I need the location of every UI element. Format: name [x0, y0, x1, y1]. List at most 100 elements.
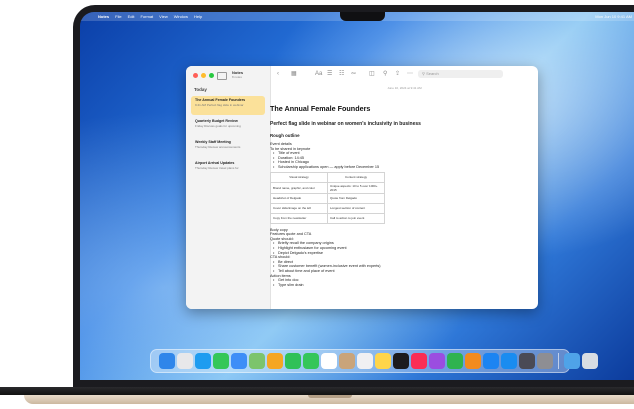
menu-window[interactable]: Window	[174, 14, 188, 19]
laptop: Notes File Edit Format View Window Help …	[0, 0, 634, 409]
dock-apps	[159, 353, 598, 369]
screen: Notes File Edit Format View Window Help …	[80, 12, 634, 380]
note-body[interactable]: The Annual Female Founders Perfect flag …	[270, 104, 445, 287]
menu-view[interactable]: View	[159, 14, 168, 19]
camera-notch	[340, 12, 385, 21]
finder-icon[interactable]	[159, 353, 175, 369]
bullet-item: Scholarship applications open — apply be…	[270, 165, 445, 170]
notes-sidebar: Notes 8 notes Today The Annual Female Fo…	[186, 66, 271, 309]
checklist-icon[interactable]: ☰	[327, 71, 332, 78]
dock-separator	[558, 353, 559, 369]
note-title: The Annual Female Founders	[195, 98, 246, 102]
table-cell[interactable]: Longest section of content	[327, 202, 385, 214]
table-row: Cover slide/image on the left Longest se…	[270, 202, 385, 214]
menu-app-name[interactable]: Notes	[98, 14, 109, 19]
music-icon[interactable]	[411, 353, 427, 369]
notes-icon[interactable]	[375, 353, 391, 369]
toolbar: ‹ ▦ Aa ☰ ☷ ∾ ◫ ⚲ ⇪ ⋯ ⚲ Search	[271, 66, 538, 84]
notes-window: Notes 8 notes Today The Annual Female Fo…	[186, 66, 538, 309]
note-heading: The Annual Female Founders	[270, 104, 371, 113]
lock-icon[interactable]: ⚲	[383, 71, 387, 78]
search-icon: ⚲	[422, 71, 425, 76]
close-button[interactable]	[193, 73, 198, 78]
clock[interactable]: Mon Jun 10 9:41 AM	[595, 14, 632, 19]
strategy-table[interactable]: Visual strategy Content strategy Brand n…	[270, 171, 385, 224]
note-preview: Thursday Review announcements	[195, 145, 241, 149]
opening-notch	[308, 395, 352, 398]
table-cell[interactable]: Brand name, graphic, and color	[270, 181, 328, 194]
gallery-view-icon[interactable]: ▦	[291, 71, 297, 78]
note-title: Airport Arrival Updates	[195, 161, 235, 165]
table-row: Headshot of Delgado Quote from Delgado	[270, 192, 385, 204]
mail-icon[interactable]	[231, 353, 247, 369]
search-input[interactable]: ⚲ Search	[418, 70, 503, 78]
iphone-mirroring-icon[interactable]	[519, 353, 535, 369]
bullet-item: Depict Delgado's expertise	[270, 251, 445, 256]
zoom-button[interactable]	[209, 73, 214, 78]
table-header-cell: Visual strategy	[270, 171, 328, 183]
status-menus: Mon Jun 10 9:41 AM	[565, 14, 632, 19]
table-cell[interactable]: Headshot of Delgado	[270, 192, 328, 204]
table-cell[interactable]: Copy from the newsletter	[270, 212, 328, 224]
menu-edit[interactable]: Edit	[128, 14, 135, 19]
maps-icon[interactable]	[249, 353, 265, 369]
audio-icon[interactable]: ∾	[351, 71, 356, 78]
table-icon[interactable]: ☷	[339, 71, 344, 78]
phone-icon[interactable]	[303, 353, 319, 369]
share-icon[interactable]: ⇪	[395, 71, 400, 78]
section-title: Rough outline	[270, 133, 300, 138]
note-subheading: Perfect flag slide in webinar on women's…	[270, 121, 421, 127]
note-preview: 9:41 AM Perfect flag slide in webinar	[195, 103, 244, 107]
tv-icon[interactable]	[393, 353, 409, 369]
note-title: Weekly Staff Meeting	[195, 140, 231, 144]
folder-count: 8 notes	[232, 75, 242, 79]
minimize-button[interactable]	[201, 73, 206, 78]
photos-icon[interactable]	[267, 353, 283, 369]
note-preview: Friday Discuss goals for upcoming	[195, 124, 241, 128]
messages-icon[interactable]	[213, 353, 229, 369]
more-icon[interactable]: ⋯	[407, 71, 413, 78]
table-cell[interactable]: Unique aspects: 10 to 5 over 1000+ 2015	[327, 181, 385, 194]
pages-icon[interactable]	[465, 353, 481, 369]
keynote-icon[interactable]	[483, 353, 499, 369]
attachment-icon[interactable]: ◫	[369, 71, 375, 78]
app-store-icon[interactable]	[501, 353, 517, 369]
note-title: Quarterly Budget Review	[195, 119, 238, 123]
trash-icon[interactable]	[582, 353, 598, 369]
table-row: Brand name, graphic, and color Unique as…	[270, 181, 385, 194]
text-format-icon[interactable]: Aa	[315, 71, 322, 78]
downloads-folder-icon[interactable]	[564, 353, 580, 369]
sidebar-toggle-icon[interactable]	[217, 72, 227, 80]
table-cell[interactable]: Cover slide/image on the left	[270, 202, 328, 214]
menu-format[interactable]: Format	[140, 14, 153, 19]
table-row: Copy from the newsletter Call to action …	[270, 212, 385, 224]
bullet-item: Tell about time and place of event	[270, 269, 445, 274]
facetime-icon[interactable]	[285, 353, 301, 369]
contacts-icon[interactable]	[339, 353, 355, 369]
safari-icon[interactable]	[195, 353, 211, 369]
back-icon[interactable]: ‹	[277, 71, 279, 78]
note-list-item[interactable]: Quarterly Budget Review Friday Discuss g…	[191, 117, 265, 136]
launchpad-icon[interactable]	[177, 353, 193, 369]
note-date: June 10, 2024 at 9:41 AM	[387, 86, 422, 90]
note-list-item[interactable]: Weekly Staff Meeting Thursday Review ann…	[191, 138, 265, 157]
note-list-item-selected[interactable]: The Annual Female Founders 9:41 AM Perfe…	[191, 96, 265, 115]
podcasts-icon[interactable]	[429, 353, 445, 369]
reminders-icon[interactable]	[357, 353, 373, 369]
section-header-today: Today	[194, 87, 207, 92]
calendar-icon[interactable]	[321, 353, 337, 369]
menu-file[interactable]: File	[115, 14, 121, 19]
menu-items: Notes File Edit Format View Window Help	[98, 14, 202, 19]
note-list-item[interactable]: Airport Arrival Updates Thursday Review …	[191, 159, 265, 178]
window-controls	[193, 73, 214, 78]
system-settings-icon[interactable]	[537, 353, 553, 369]
bullet-item: Type slim drain	[270, 283, 445, 288]
numbers-icon[interactable]	[447, 353, 463, 369]
table-cell[interactable]: Quote from Delgado	[327, 192, 385, 204]
table-header-row: Visual strategy Content strategy	[270, 171, 385, 183]
table-cell[interactable]: Call to action to join event	[327, 212, 385, 224]
menu-help[interactable]: Help	[194, 14, 202, 19]
table-header-cell: Content strategy	[327, 171, 385, 183]
note-preview: Thursday Review travel plans for	[195, 166, 239, 170]
dock	[150, 349, 598, 373]
